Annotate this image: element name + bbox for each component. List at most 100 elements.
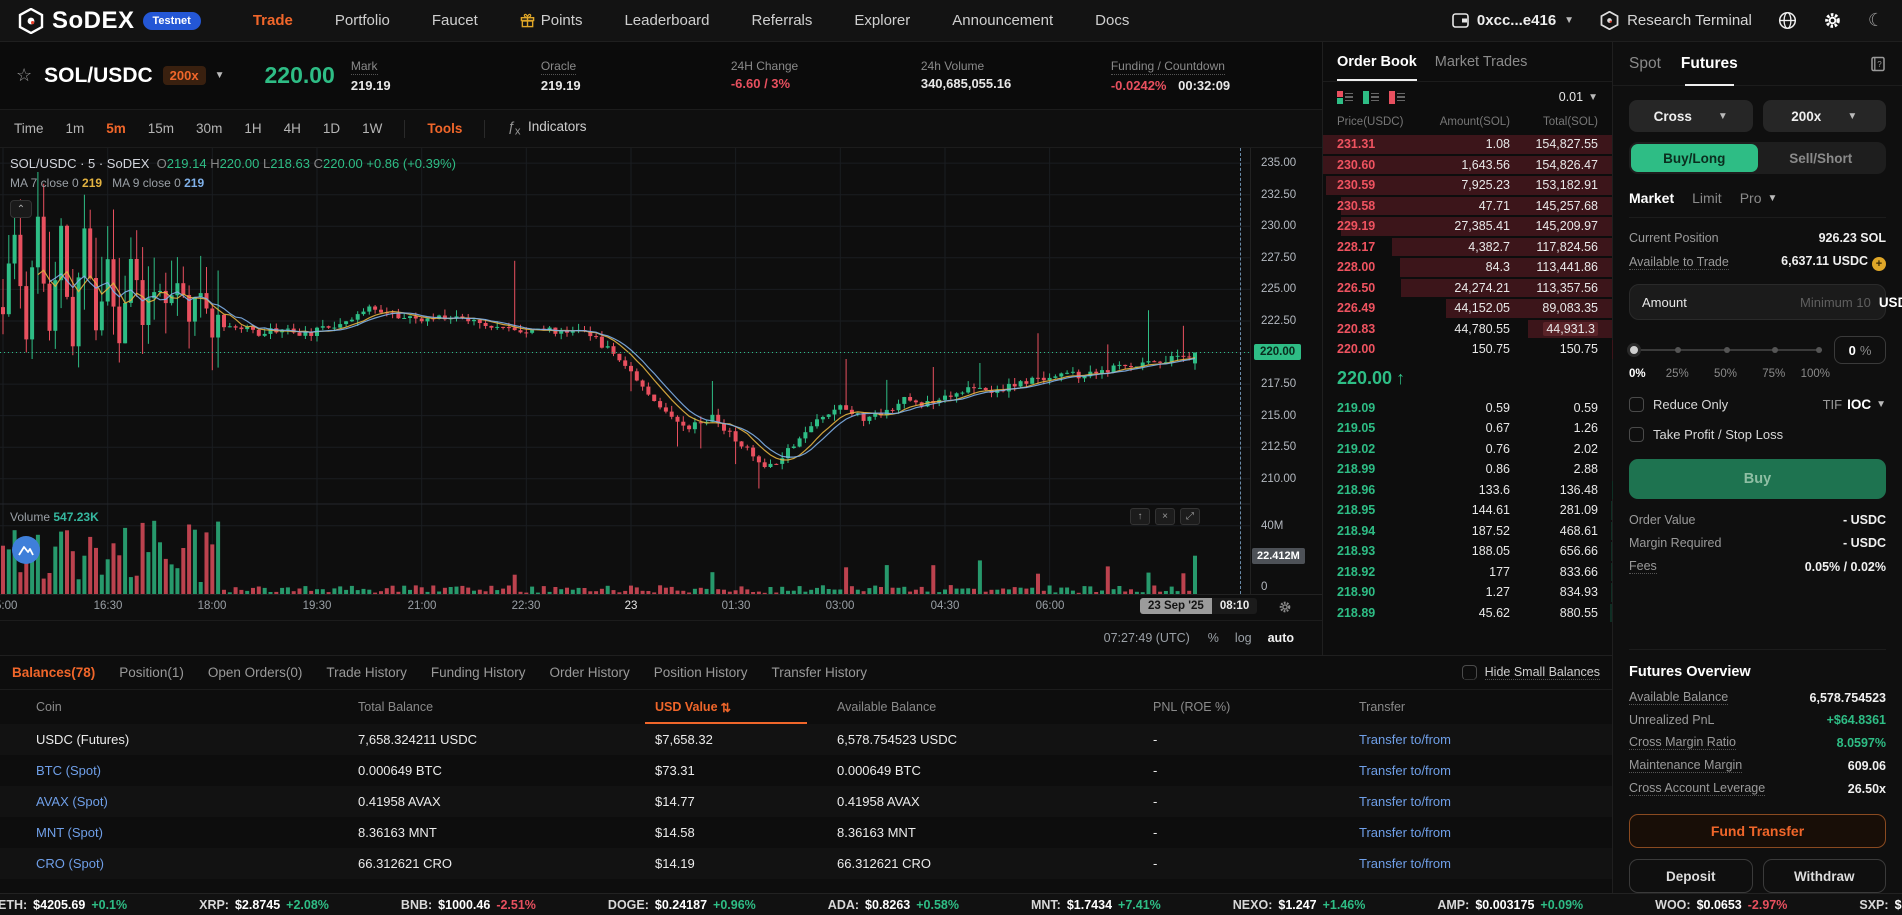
transfer-link[interactable]: Transfer to/from: [1359, 825, 1612, 840]
indicators-button[interactable]: ƒx Indicators: [507, 119, 586, 138]
guide-book-icon[interactable]: ?: [1870, 56, 1886, 72]
sell-short-button[interactable]: Sell/Short: [1758, 144, 1885, 172]
ticker-item[interactable]: WOO:$0.0653-2.97%: [1655, 898, 1787, 912]
timeframe-4H[interactable]: 4H: [284, 121, 301, 136]
axis-settings-gear-icon[interactable]: [1278, 600, 1292, 614]
candlestick-chart[interactable]: SOL/USDC · 5 · SoDEX O219.14 H220.00 L21…: [0, 148, 1322, 594]
ask-row[interactable]: 230.601,643.56154,826.47: [1323, 155, 1612, 176]
nav-item-announcement[interactable]: Announcement: [952, 12, 1053, 29]
bid-row[interactable]: 219.050.671.26: [1323, 418, 1612, 439]
ask-row[interactable]: 228.174,382.7117,824.56: [1323, 237, 1612, 258]
nav-item-leaderboard[interactable]: Leaderboard: [624, 12, 709, 29]
transfer-link[interactable]: Transfer to/from: [1359, 794, 1612, 809]
transfer-link[interactable]: Transfer to/from: [1359, 732, 1612, 747]
tab-market-trades[interactable]: Market Trades: [1435, 44, 1528, 80]
bid-row[interactable]: 218.94187.52468.61: [1323, 521, 1612, 542]
amount-unit-select[interactable]: USDC▼: [1879, 295, 1902, 310]
hide-small-balances[interactable]: Hide Small Balances: [1462, 665, 1600, 680]
tab-position[interactable]: Position(1): [119, 665, 184, 680]
bid-row[interactable]: 218.8945.62880.55: [1323, 603, 1612, 624]
ticker-item[interactable]: MNT:$1.7434+7.41%: [1031, 898, 1161, 912]
tab-balances[interactable]: Balances(78): [12, 665, 95, 680]
tab-funding-history[interactable]: Funding History: [431, 665, 526, 680]
timeframe-1m[interactable]: 1m: [66, 121, 85, 136]
bid-row[interactable]: 218.96133.6136.48: [1323, 480, 1612, 501]
timeframe-1W[interactable]: 1W: [362, 121, 382, 136]
nav-item-points[interactable]: Points: [520, 12, 583, 29]
nav-item-faucet[interactable]: Faucet: [432, 12, 478, 29]
coin-name[interactable]: BTC (Spot): [36, 763, 358, 778]
bid-row[interactable]: 218.901.27834.93: [1323, 582, 1612, 603]
reduce-only-checkbox[interactable]: [1629, 397, 1644, 412]
column-usd-value[interactable]: USD Value⇅: [655, 690, 837, 724]
ticker-item[interactable]: DOGE:$0.24187+0.96%: [608, 898, 756, 912]
ticker-item[interactable]: BNB:$1000.46-2.51%: [401, 898, 536, 912]
ask-row[interactable]: 230.597,925.23153,182.91: [1323, 175, 1612, 196]
nav-item-referrals[interactable]: Referrals: [752, 12, 813, 29]
ticker-item[interactable]: SXP:$0.1619-0.36%: [1859, 898, 1902, 912]
precision-select[interactable]: 0.01▼: [1559, 90, 1598, 104]
amount-input[interactable]: [1695, 295, 1871, 310]
percent-input[interactable]: 0%: [1834, 336, 1886, 364]
order-tab-market[interactable]: Market: [1629, 190, 1674, 206]
timeframe-15m[interactable]: 15m: [148, 121, 174, 136]
pane-maximize-button[interactable]: ⤢: [1180, 508, 1200, 525]
ask-row[interactable]: 226.5024,274.21113,357.56: [1323, 278, 1612, 299]
deposit-button[interactable]: Deposit: [1629, 859, 1753, 893]
coin-name[interactable]: MNT (Spot): [36, 825, 358, 840]
hide-small-checkbox[interactable]: [1462, 665, 1477, 680]
axis-option-%[interactable]: %: [1208, 631, 1219, 645]
size-slider[interactable]: [1629, 343, 1822, 357]
timeframe-5m[interactable]: 5m: [106, 121, 126, 136]
pair-chevron-down-icon[interactable]: ▼: [215, 70, 225, 81]
tif-select[interactable]: TIF IOC▼: [1823, 397, 1886, 412]
tpsl-checkbox[interactable]: [1629, 427, 1644, 442]
bid-row[interactable]: 218.92177833.66: [1323, 562, 1612, 583]
ask-row[interactable]: 229.1927,385.41145,209.97: [1323, 216, 1612, 237]
tab-order-history[interactable]: Order History: [549, 665, 629, 680]
bid-row[interactable]: 218.95144.61281.09: [1323, 500, 1612, 521]
wallet-address[interactable]: 0xcc...e416 ▼: [1452, 12, 1574, 29]
tab-open-orders[interactable]: Open Orders(0): [208, 665, 303, 680]
pane-move-up-button[interactable]: ↑: [1130, 508, 1150, 525]
pane-close-button[interactable]: ×: [1155, 508, 1175, 525]
bid-row[interactable]: 219.020.762.02: [1323, 439, 1612, 460]
book-mode-both-icon[interactable]: [1337, 91, 1353, 104]
nav-item-docs[interactable]: Docs: [1095, 12, 1129, 29]
mid-price[interactable]: 220.00↑: [1323, 360, 1612, 398]
pair-name[interactable]: SOL/USDC: [44, 64, 153, 88]
coin-name[interactable]: CRO (Spot): [36, 856, 358, 871]
nav-item-trade[interactable]: Trade: [253, 12, 293, 29]
coin-name[interactable]: USDC (Futures): [36, 732, 358, 747]
bid-row[interactable]: 218.93188.05656.66: [1323, 541, 1612, 562]
bid-row[interactable]: 218.990.862.88: [1323, 459, 1612, 480]
leverage-select[interactable]: 200x▼: [1763, 100, 1887, 132]
tab-order-book[interactable]: Order Book: [1337, 44, 1417, 80]
book-mode-bids-icon[interactable]: [1363, 91, 1379, 104]
language-globe-icon[interactable]: [1778, 11, 1797, 30]
nav-item-explorer[interactable]: Explorer: [854, 12, 910, 29]
order-tab-limit[interactable]: Limit: [1692, 190, 1722, 206]
ask-row[interactable]: 220.8344,780.5544,931.3: [1323, 319, 1612, 340]
ask-row[interactable]: 231.311.08154,827.55: [1323, 134, 1612, 155]
tab-spot[interactable]: Spot: [1629, 43, 1661, 85]
theme-moon-icon[interactable]: ☾: [1868, 10, 1884, 31]
timeframe-30m[interactable]: 30m: [196, 121, 222, 136]
ask-row[interactable]: 220.00150.75150.75: [1323, 339, 1612, 360]
research-terminal-link[interactable]: Research Terminal: [1600, 11, 1752, 30]
tab-position-history[interactable]: Position History: [654, 665, 748, 680]
ask-row[interactable]: 230.5847.71145,257.68: [1323, 196, 1612, 217]
transfer-coin-icon[interactable]: +: [1872, 257, 1886, 271]
timeframe-1D[interactable]: 1D: [323, 121, 340, 136]
margin-mode-select[interactable]: Cross▼: [1629, 100, 1753, 132]
tab-trade-history[interactable]: Trade History: [326, 665, 407, 680]
transfer-link[interactable]: Transfer to/from: [1359, 856, 1612, 871]
ask-row[interactable]: 228.0084.3113,441.86: [1323, 257, 1612, 278]
favorite-star-icon[interactable]: ☆: [16, 65, 32, 86]
buy-submit-button[interactable]: Buy: [1629, 459, 1886, 499]
axis-option-auto[interactable]: auto: [1268, 631, 1294, 645]
order-tab-pro[interactable]: Pro: [1740, 190, 1762, 206]
slider-handle[interactable]: [1627, 343, 1641, 357]
ask-row[interactable]: 226.4944,152.0589,083.35: [1323, 298, 1612, 319]
timeframe-1H[interactable]: 1H: [244, 121, 261, 136]
